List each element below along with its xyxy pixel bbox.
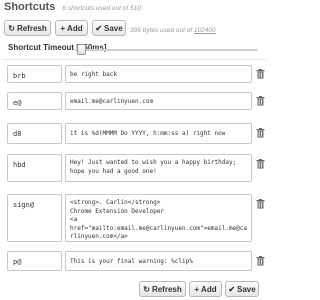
shortcut-abbreviation-input[interactable]: d8: [7, 123, 62, 144]
add-button-label: Add: [67, 23, 83, 33]
shortcut-expansion-input[interactable]: email.me@carlinyuen.com: [65, 92, 252, 110]
bottom-refresh-button[interactable]: ↻ Refresh: [139, 281, 186, 297]
shortcut-expansion-input[interactable]: This is your final warning: %clip%: [65, 251, 252, 271]
storage-limit: 102400: [193, 27, 216, 34]
page-title: Shortcuts: [4, 1, 56, 13]
refresh-button[interactable]: ↻ Refresh: [4, 20, 51, 36]
add-button[interactable]: + Add: [55, 20, 88, 36]
storage-used-text: 395 bytes used out of: [130, 27, 193, 34]
shortcut-expansion-input[interactable]: be right back: [65, 65, 252, 83]
checkmark-icon: ✔: [95, 23, 103, 33]
shortcut-abbreviation-input[interactable]: e@: [7, 92, 62, 110]
plus-icon: +: [194, 284, 200, 294]
bottom-add-button-label: Add: [201, 284, 217, 294]
shortcut-abbreviation-input[interactable]: brb: [7, 65, 62, 83]
bottom-add-button[interactable]: + Add: [189, 281, 222, 297]
divider: [4, 59, 266, 60]
refresh-icon: ↻: [8, 23, 15, 33]
shortcut-abbreviation-input[interactable]: sign@: [7, 194, 62, 242]
shortcut-abbreviation-input[interactable]: p@: [7, 251, 62, 271]
shortcut-expansion-input[interactable]: Hey! Just wanted to wish you a happy bir…: [65, 154, 252, 182]
shortcut-abbreviation-input[interactable]: hbd: [7, 154, 62, 182]
timeout-slider-handle[interactable]: [77, 44, 86, 55]
shortcut-count: 6 shortcuts used out of 510: [62, 5, 141, 12]
trash-icon[interactable]: [256, 199, 265, 209]
save-button[interactable]: ✔ Save: [92, 20, 126, 36]
trash-icon[interactable]: [256, 128, 265, 138]
refresh-icon: ↻: [143, 284, 150, 294]
save-button-label: Save: [104, 23, 123, 33]
shortcut-expansion-input[interactable]: it is %d(MMMM Do YYYY, h:mm:ss a) right …: [65, 123, 252, 144]
checkmark-icon: ✔: [228, 284, 236, 294]
options-page: Shortcuts 6 shortcuts used out of 510 ↻ …: [0, 0, 268, 300]
trash-icon[interactable]: [256, 69, 265, 79]
bottom-refresh-button-label: Refresh: [151, 284, 182, 294]
plus-icon: +: [60, 23, 66, 33]
bottom-save-button[interactable]: ✔ Save: [225, 281, 259, 297]
trash-icon[interactable]: [256, 256, 265, 266]
trash-icon[interactable]: [256, 96, 265, 106]
storage-usage: 395 bytes used out of 102400: [130, 27, 216, 34]
refresh-button-label: Refresh: [16, 23, 47, 33]
bottom-save-button-label: Save: [237, 284, 256, 294]
page-header: Shortcuts 6 shortcuts used out of 510: [4, 1, 141, 13]
shortcut-expansion-input[interactable]: <strong>. Carlin</strong> Chrome Extensi…: [65, 194, 252, 242]
timeout-slider-track[interactable]: [75, 49, 258, 51]
trash-icon[interactable]: [256, 159, 265, 169]
